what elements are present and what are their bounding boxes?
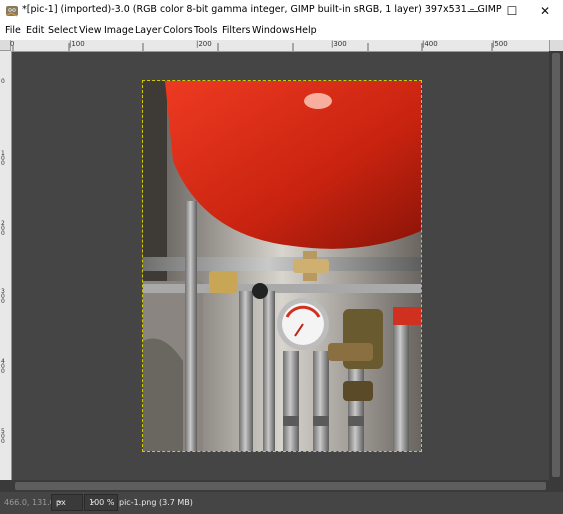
photo-illustration — [143, 81, 421, 451]
status-bar: 466.0, 131.0 px ⌄ 100 % ⌄ pic-1.png (3.7… — [0, 492, 563, 514]
unit-select[interactable]: px ⌄ — [51, 494, 83, 511]
title-bar: *[pic-1] (imported)-3.0 (RGB color 8-bit… — [0, 0, 563, 22]
close-button[interactable]: ✕ — [527, 0, 563, 22]
horizontal-scrollbar[interactable] — [12, 480, 549, 492]
file-info: pic-1.png (3.7 MB) — [119, 498, 193, 507]
menu-select[interactable]: Select — [48, 25, 77, 36]
maximize-icon: ☐ — [506, 4, 518, 18]
ruler-top-label: |100 — [69, 40, 85, 48]
zoom-image-toggle[interactable] — [549, 480, 563, 492]
ruler-top-label: |500 — [492, 40, 508, 48]
vertical-scrollbar[interactable] — [549, 51, 563, 480]
chevron-down-icon: ⌄ — [89, 496, 97, 506]
menu-file[interactable]: File — [5, 25, 21, 36]
menu-bar: File Edit Select View Image Layer Colors… — [0, 22, 563, 40]
minimize-icon: — — [467, 4, 479, 18]
ruler-left-label: 400 — [1, 358, 5, 375]
window-title: *[pic-1] (imported)-3.0 (RGB color 8-bit… — [22, 4, 502, 15]
menu-tools[interactable]: Tools — [194, 25, 217, 36]
image-canvas[interactable] — [142, 80, 422, 452]
menu-edit[interactable]: Edit — [26, 25, 44, 36]
horizontal-ruler[interactable]: 0 |100 |200 |300 |400 |500 — [10, 40, 552, 52]
maximize-button[interactable]: ☐ — [494, 0, 530, 22]
ruler-left-label: 500 — [1, 428, 5, 445]
ruler-top-label: |200 — [196, 40, 212, 48]
close-icon: ✕ — [539, 4, 551, 18]
zoom-select[interactable]: 100 % ⌄ — [84, 494, 118, 511]
gimp-app-icon — [6, 6, 18, 17]
vertical-scroll-thumb[interactable] — [552, 53, 560, 477]
menu-filters[interactable]: Filters — [222, 25, 250, 36]
menu-help[interactable]: Help — [295, 25, 317, 36]
ruler-top-label: |300 — [331, 40, 347, 48]
ruler-left-label: 200 — [1, 220, 5, 237]
menu-view[interactable]: View — [79, 25, 102, 36]
pointer-coordinates: 466.0, 131.0 — [4, 498, 55, 507]
menu-image[interactable]: Image — [104, 25, 134, 36]
ruler-left-label: 300 — [1, 288, 5, 305]
vertical-ruler[interactable]: 0 100 200 300 400 500 — [0, 51, 12, 480]
ruler-top-label: |400 — [422, 40, 438, 48]
minimize-button[interactable]: — — [455, 0, 491, 22]
menu-colors[interactable]: Colors — [163, 25, 193, 36]
ruler-top-label: 0 — [10, 40, 15, 48]
menu-windows[interactable]: Windows — [252, 25, 294, 36]
quick-mask-toggle[interactable] — [0, 480, 12, 492]
menu-layer[interactable]: Layer — [135, 25, 162, 36]
ruler-left-label: 100 — [1, 150, 5, 167]
navigate-button[interactable] — [549, 40, 563, 51]
ruler-left-label: 0 — [1, 78, 5, 85]
ruler-ticks — [12, 43, 493, 51]
horizontal-scroll-thumb[interactable] — [15, 482, 546, 490]
chevron-down-icon: ⌄ — [56, 496, 64, 506]
